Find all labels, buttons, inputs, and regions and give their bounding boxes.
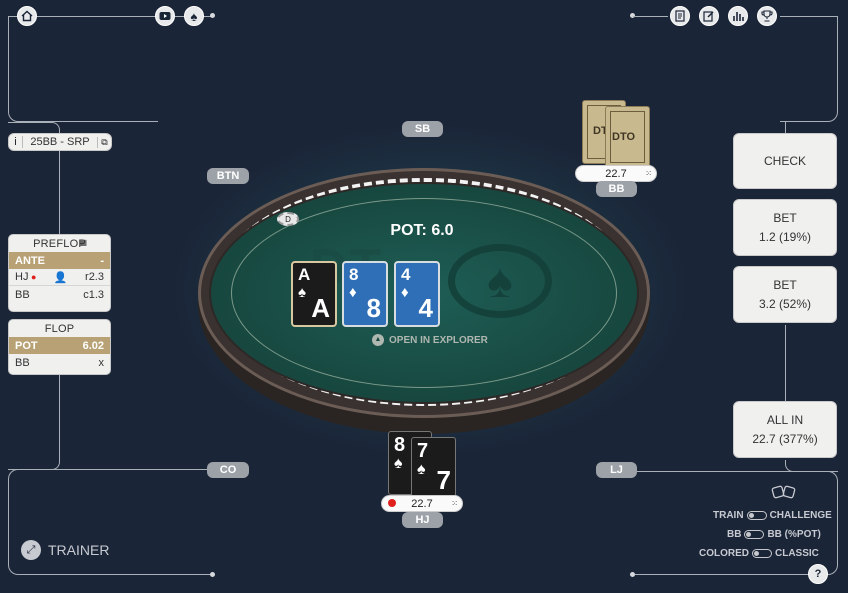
- stats-icon[interactable]: [728, 6, 748, 26]
- pot-row: POT 6.02: [9, 337, 110, 354]
- seat-bb: BB: [596, 181, 637, 197]
- toggle-switch[interactable]: [744, 529, 765, 539]
- board-card: A ♠ A: [291, 261, 337, 327]
- frame-top-line: [38, 16, 153, 17]
- open-in-explorer-link[interactable]: ▲ OPEN IN EXPLORER: [372, 334, 488, 346]
- check-button[interactable]: CHECK: [733, 133, 837, 189]
- edit-icon[interactable]: [699, 6, 719, 26]
- explorer-icon: ▲: [372, 334, 384, 346]
- board-card: 4 ♦ 4: [394, 261, 440, 327]
- colored-classic-toggle[interactable]: COLORED CLASSIC: [699, 548, 819, 559]
- scenario-label: 25BB - SRP: [30, 136, 90, 148]
- board-card: 8 ♦ 8: [342, 261, 388, 327]
- home-icon[interactable]: [17, 6, 37, 26]
- action-row: HJ ● 👤 r2.3: [9, 269, 110, 286]
- preflop-panel: PREFLOP ▦ ANTE - HJ ● 👤 r2.3 BB c1.3: [8, 234, 111, 312]
- spade-icon[interactable]: ♠: [184, 6, 204, 26]
- toggle-switch[interactable]: [752, 548, 772, 558]
- preflop-title: PREFLOP: [33, 238, 86, 250]
- player-icon: 👤: [53, 271, 68, 284]
- youtube-icon[interactable]: [155, 6, 175, 26]
- flop-title: FLOP: [44, 323, 75, 335]
- grid-icon: ⁙: [645, 169, 652, 178]
- frame-top-left: [8, 16, 158, 122]
- trainer-label[interactable]: ⤢ TRAINER: [21, 540, 109, 560]
- table-logo: ♠: [448, 244, 552, 318]
- trophy-icon[interactable]: [757, 6, 777, 26]
- help-icon[interactable]: ?: [808, 564, 828, 584]
- bb-pot-toggle[interactable]: BB BB (%POT): [727, 529, 821, 540]
- scenario-bar[interactable]: i 25BB - SRP ⧉: [8, 133, 112, 151]
- seat-lj: LJ: [596, 462, 637, 478]
- hero-stack: 22.7 ⁙: [381, 495, 463, 512]
- ante-row: ANTE -: [9, 252, 110, 269]
- frame-bottom-right: [633, 471, 838, 575]
- red-dot-icon: [388, 499, 396, 507]
- seat-hj: HJ: [402, 512, 443, 528]
- train-challenge-toggle[interactable]: TRAIN CHALLENGE: [713, 510, 832, 521]
- bet-small-button[interactable]: BET 1.2 (19%): [733, 199, 837, 256]
- hero-card: 7 ♠ 7: [411, 437, 456, 497]
- seat-sb: SB: [402, 121, 443, 137]
- dice-icon[interactable]: [771, 484, 797, 500]
- red-dot-icon: ●: [28, 272, 37, 282]
- action-row: BB x: [15, 356, 104, 369]
- grid-icon: ⁙: [451, 499, 458, 508]
- all-in-button[interactable]: ALL IN 22.7 (377%): [733, 401, 837, 458]
- bet-large-button[interactable]: BET 3.2 (52%): [733, 266, 837, 323]
- grid-icon[interactable]: ▦: [79, 238, 87, 247]
- copy-icon[interactable]: ⧉: [97, 136, 111, 148]
- trainer-icon: ⤢: [21, 540, 41, 560]
- villain-stack: 22.7 ⁙: [575, 165, 657, 182]
- frame-top-right: [780, 16, 838, 122]
- info-button[interactable]: i: [9, 136, 23, 148]
- notes-icon[interactable]: [670, 6, 690, 26]
- pot-label: POT: 6.0: [390, 222, 454, 239]
- seat-co: CO: [207, 462, 249, 478]
- villain-card-back: DTO: [605, 106, 650, 168]
- flop-panel: FLOP POT 6.02 BB x: [8, 319, 111, 375]
- toggle-switch[interactable]: [746, 510, 767, 520]
- dealer-button: D: [277, 212, 299, 226]
- seat-btn: BTN: [207, 168, 249, 184]
- action-row: BB c1.3: [15, 288, 104, 301]
